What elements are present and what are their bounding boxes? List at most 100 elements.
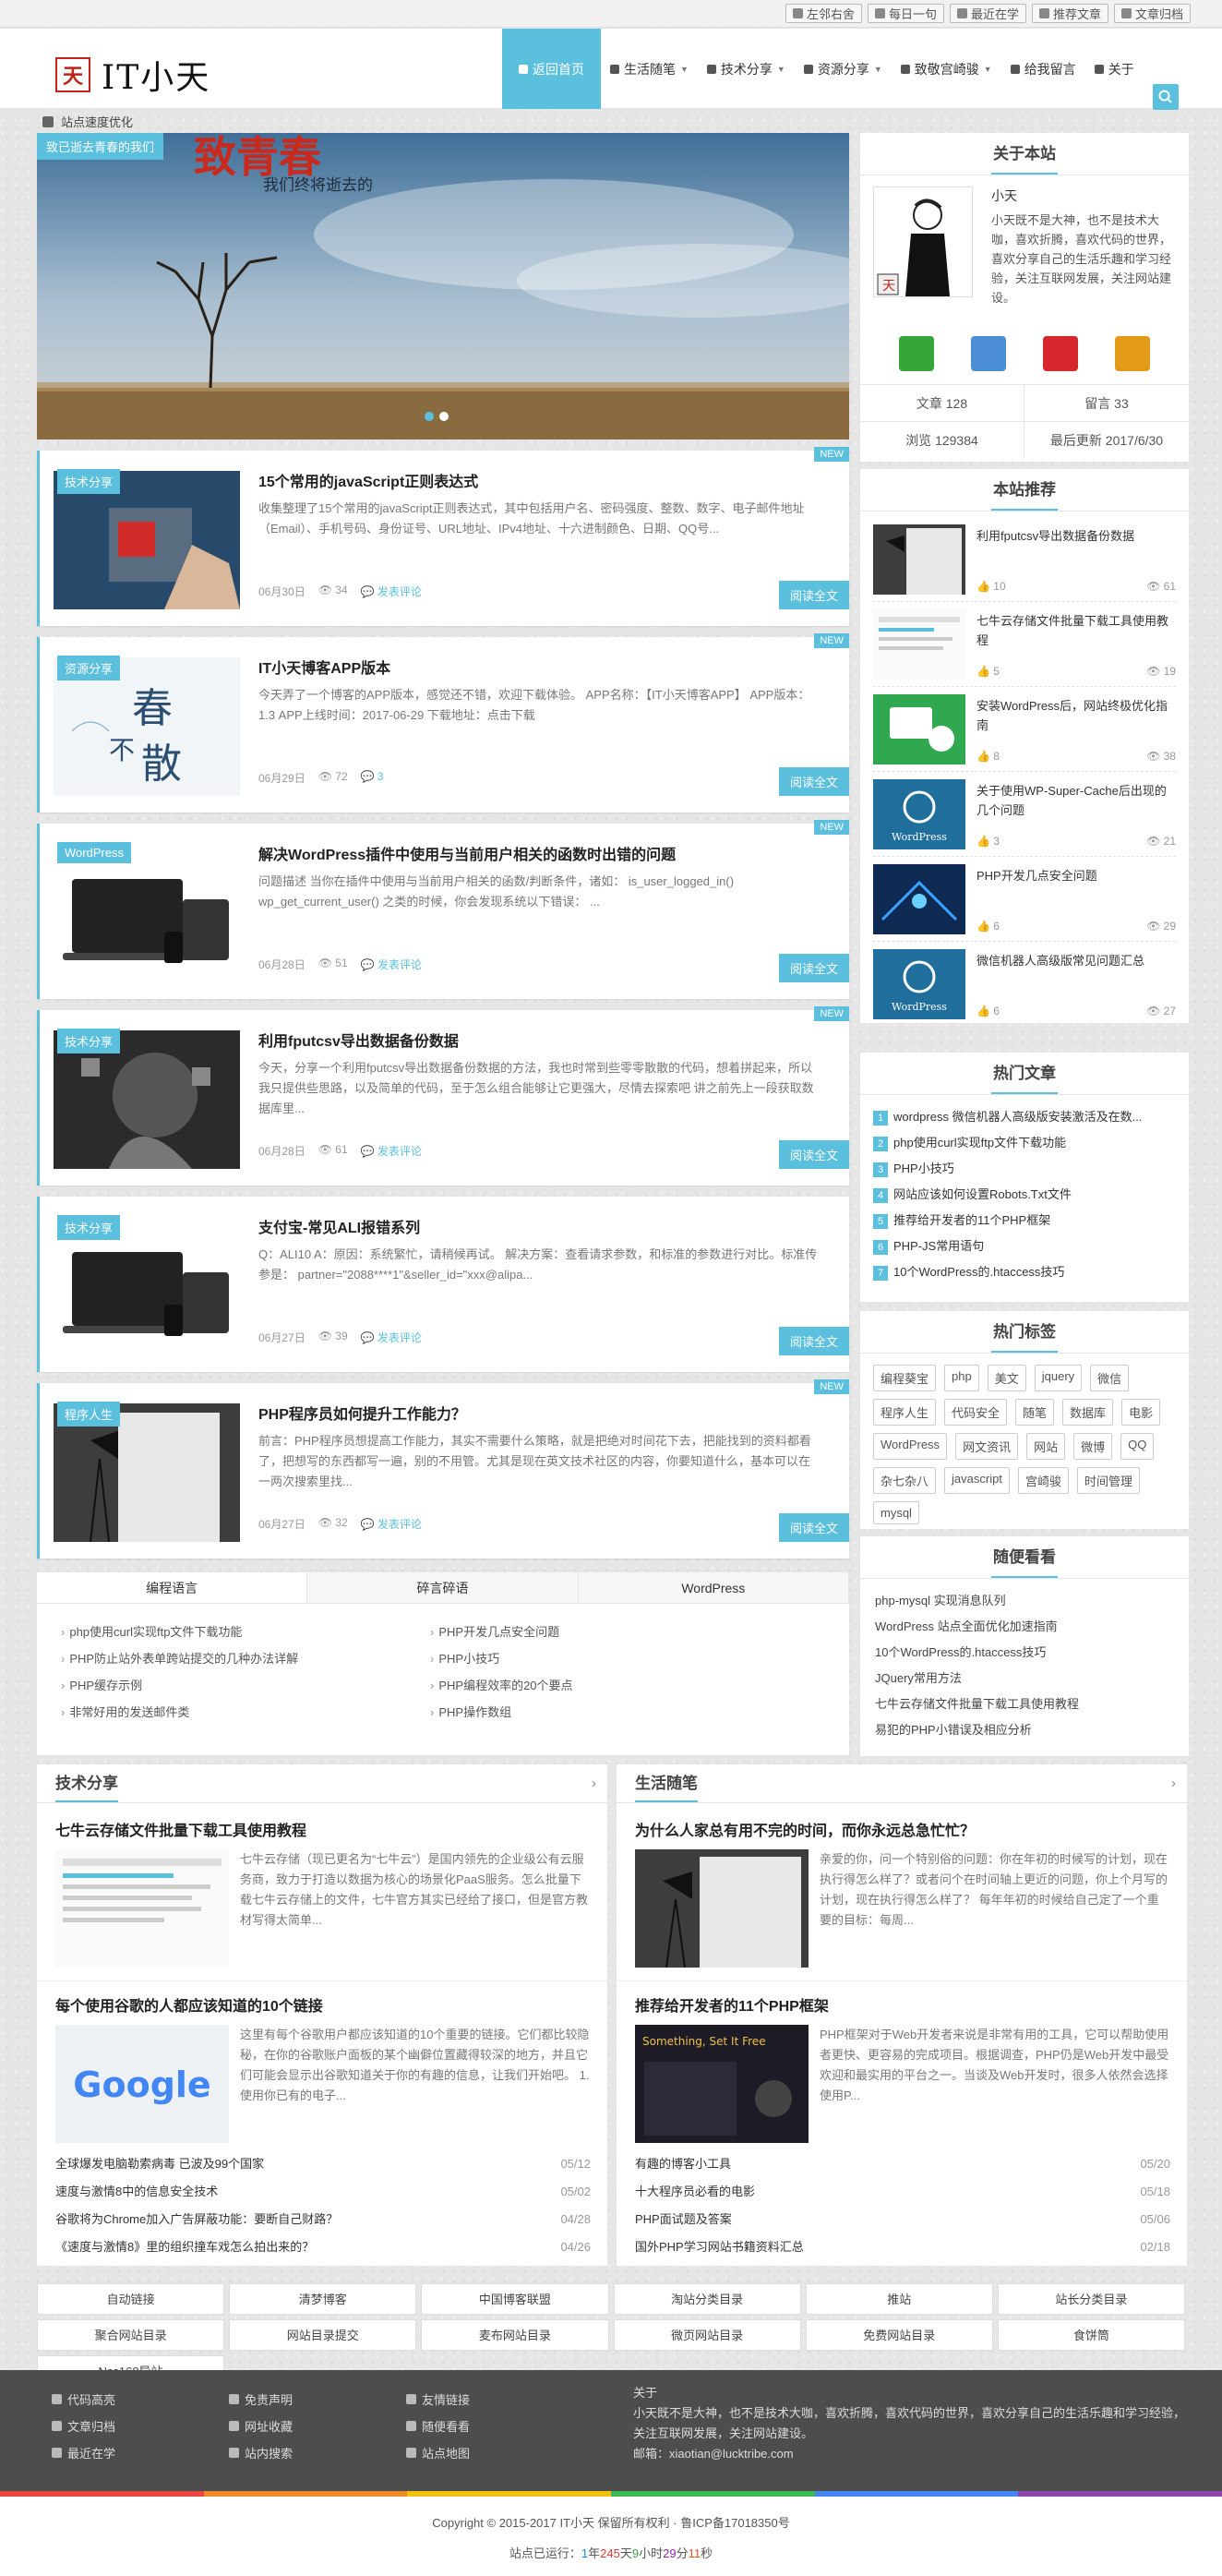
- tag[interactable]: 网文资讯: [955, 1433, 1019, 1460]
- post-comments[interactable]: 💬 发表评论: [361, 1330, 422, 1345]
- weibo-icon[interactable]: [1043, 336, 1078, 371]
- tag[interactable]: 时间管理: [1076, 1467, 1140, 1494]
- tag[interactable]: WordPress: [873, 1433, 948, 1460]
- avatar[interactable]: 天: [873, 187, 973, 297]
- chevron-right-icon[interactable]: ›: [1171, 1776, 1176, 1791]
- recommend-item[interactable]: WordPress 关于使用WP-Super-Cache后出现的几个问题 👍 3…: [873, 776, 1176, 857]
- hot-item[interactable]: 5 推荐给开发者的11个PHP框架: [873, 1208, 1176, 1234]
- search-button[interactable]: [1153, 84, 1179, 110]
- box-featured-title[interactable]: 为什么人家总有用不完的时间，而你永远总急忙忙？: [635, 1818, 1170, 1840]
- tab-musings[interactable]: 碎言碎语: [307, 1572, 579, 1603]
- list-item[interactable]: PHP小技巧: [430, 1645, 790, 1672]
- post-category[interactable]: 资源分享: [57, 656, 121, 680]
- tag[interactable]: 微信: [1090, 1365, 1130, 1391]
- list-item[interactable]: 非常好用的发送邮件类: [61, 1699, 421, 1726]
- friend-link[interactable]: 网站目录提交: [229, 2319, 417, 2351]
- nav-miyazaki[interactable]: 致敬宫崎骏 ▼: [892, 29, 1001, 109]
- top-link-archive[interactable]: 文章归档: [1113, 4, 1191, 23]
- tab-programming[interactable]: 编程语言: [37, 1572, 308, 1603]
- nav-about[interactable]: 关于: [1085, 29, 1144, 109]
- friend-link[interactable]: 淘站分类目录: [613, 2283, 801, 2315]
- nav-tech[interactable]: 技术分享 ▼: [698, 29, 795, 109]
- footer-link[interactable]: 免责声明: [229, 2390, 293, 2408]
- tag[interactable]: 代码安全: [944, 1399, 1008, 1426]
- tag[interactable]: 数据库: [1062, 1399, 1114, 1426]
- post-category[interactable]: 技术分享: [57, 1215, 121, 1240]
- slider-dot[interactable]: [439, 412, 449, 421]
- post-title[interactable]: 15个常用的javaScript正则表达式: [258, 469, 821, 491]
- list-item[interactable]: PHP缓存示例: [61, 1672, 421, 1699]
- list-item[interactable]: 国外PHP学习网站书籍资料汇总 02/18: [635, 2233, 1170, 2261]
- github-icon[interactable]: [1115, 336, 1150, 371]
- random-item[interactable]: 10个WordPress的.htaccess技巧: [875, 1640, 1046, 1666]
- footer-link[interactable]: 最近在学: [52, 2444, 115, 2462]
- footer-link[interactable]: 友情链接: [406, 2390, 470, 2408]
- post-comments[interactable]: 💬 3: [361, 770, 384, 786]
- hot-item[interactable]: 2 php使用curl实现ftp文件下载功能: [873, 1130, 1176, 1156]
- tag[interactable]: QQ: [1120, 1433, 1155, 1460]
- friend-link[interactable]: 中国博客联盟: [421, 2283, 609, 2315]
- read-more-button[interactable]: 阅读全文: [778, 581, 849, 609]
- chevron-right-icon[interactable]: ›: [592, 1776, 596, 1791]
- recommend-item[interactable]: WordPress 微信机器人高级版常见问题汇总 👍 6 👁 27: [873, 945, 1176, 1027]
- random-item[interactable]: php-mysql 实现消息队列: [875, 1588, 1006, 1614]
- hero-slider[interactable]: 致青春 我们终将逝去的 致已逝去青春的我们: [37, 133, 849, 439]
- tag[interactable]: mysql: [873, 1501, 919, 1524]
- footer-email[interactable]: 邮箱：xiaotian@lucktribe.com: [633, 2444, 1187, 2464]
- site-logo[interactable]: 天 IT小天: [55, 51, 210, 99]
- nav-home[interactable]: 返回首页: [502, 29, 601, 109]
- recommend-item[interactable]: 七牛云存储文件批量下载工具使用教程 👍 5 👁 19: [873, 606, 1176, 687]
- top-link-daily[interactable]: 每日一句: [867, 4, 944, 23]
- tag[interactable]: 微博: [1073, 1433, 1113, 1460]
- top-link-learning[interactable]: 最近在学: [949, 4, 1026, 23]
- tab-wordpress[interactable]: WordPress: [578, 1572, 849, 1603]
- post-comments[interactable]: 💬 发表评论: [361, 1516, 422, 1532]
- friend-link[interactable]: 免费网站目录: [805, 2319, 993, 2351]
- box-featured-image[interactable]: [55, 1849, 229, 1968]
- nav-life[interactable]: 生活随笔 ▼: [601, 29, 698, 109]
- slider-dot-active[interactable]: [425, 412, 434, 421]
- post-title[interactable]: 利用fputcsv导出数据备份数据: [258, 1029, 821, 1051]
- post-category[interactable]: 技术分享: [57, 469, 121, 494]
- tag[interactable]: 编程葵宝: [873, 1365, 937, 1391]
- tag[interactable]: 宫崎骏: [1017, 1467, 1069, 1494]
- qq-icon[interactable]: [971, 336, 1006, 371]
- top-link-recommend[interactable]: 推荐文章: [1031, 4, 1108, 23]
- box-second-image[interactable]: Something, Set It Free: [635, 2025, 809, 2143]
- friend-link[interactable]: 聚合网站目录: [37, 2319, 225, 2351]
- box-featured-image[interactable]: [635, 1849, 809, 1968]
- tag[interactable]: 电影: [1121, 1399, 1161, 1426]
- nav-guestbook[interactable]: 给我留言: [1001, 29, 1085, 109]
- list-item[interactable]: php使用curl实现ftp文件下载功能: [61, 1619, 421, 1645]
- random-item[interactable]: WordPress 站点全面优化加速指南: [875, 1614, 1058, 1640]
- post-comments[interactable]: 💬 发表评论: [361, 1143, 422, 1159]
- read-more-button[interactable]: 阅读全文: [778, 954, 849, 982]
- tag[interactable]: jquery: [1034, 1365, 1083, 1391]
- tag[interactable]: php: [944, 1365, 979, 1391]
- post-title[interactable]: IT小天博客APP版本: [258, 656, 821, 678]
- footer-link[interactable]: 站内搜索: [229, 2444, 293, 2462]
- post-comments[interactable]: 💬 发表评论: [361, 957, 422, 972]
- list-item[interactable]: PHP操作数组: [430, 1699, 790, 1726]
- post-title[interactable]: 支付宝-常见ALI报错系列: [258, 1215, 821, 1237]
- footer-link[interactable]: 随便看看: [406, 2417, 470, 2435]
- tag[interactable]: javascript: [944, 1467, 1010, 1494]
- list-item[interactable]: 全球爆发电脑勒索病毒 已波及99个国家 05/12: [55, 2150, 591, 2178]
- hot-item[interactable]: 6 PHP-JS常用语句: [873, 1234, 1176, 1259]
- recommend-item[interactable]: PHP开发几点安全问题 👍 6 👁 29: [873, 861, 1176, 942]
- friend-link[interactable]: 站长分类目录: [997, 2283, 1185, 2315]
- list-item[interactable]: PHP开发几点安全问题: [430, 1619, 790, 1645]
- read-more-button[interactable]: 阅读全文: [778, 1327, 849, 1355]
- read-more-button[interactable]: 阅读全文: [778, 1513, 849, 1542]
- box-second-title[interactable]: 推荐给开发者的11个PHP框架: [635, 1993, 1170, 2016]
- nav-resources[interactable]: 资源分享 ▼: [795, 29, 892, 109]
- footer-link[interactable]: 网址收藏: [229, 2417, 293, 2435]
- friend-link[interactable]: 推站: [805, 2283, 993, 2315]
- random-item[interactable]: 易犯的PHP小错误及相应分析: [875, 1717, 1032, 1743]
- post-thumbnail[interactable]: [54, 844, 240, 982]
- tag[interactable]: 美文: [987, 1365, 1026, 1391]
- tag[interactable]: 程序人生: [873, 1399, 937, 1426]
- wechat-icon[interactable]: [899, 336, 934, 371]
- post-category[interactable]: WordPress: [57, 842, 132, 863]
- list-item[interactable]: 谷歌将为Chrome加入广告屏蔽功能：要断自己财路？ 04/28: [55, 2206, 591, 2233]
